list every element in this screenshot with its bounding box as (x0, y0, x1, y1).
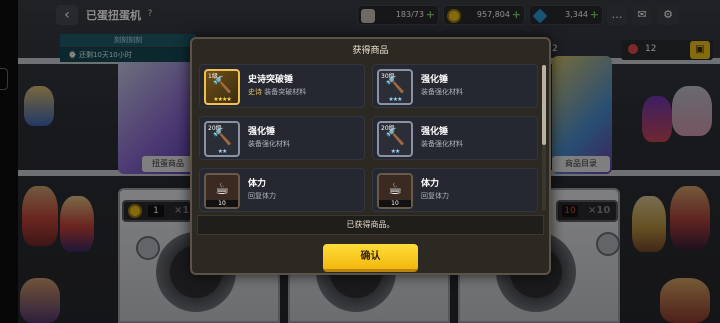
scroll-thumb[interactable] (542, 65, 546, 145)
reward-item-icon-frame: 20级 🔨 ★★ (377, 121, 413, 157)
reward-item[interactable]: 20级 🔨 ★★ 强化锤 装备强化材料 (199, 116, 365, 160)
item-desc: 装备强化材料 (248, 140, 290, 148)
reward-item[interactable]: 20级 🔨 ★★ 强化锤 装备强化材料 (372, 116, 538, 160)
item-quantity: 10 (379, 200, 411, 207)
item-desc: 回复体力 (248, 192, 276, 200)
reward-item-icon-frame: ☕ 10 (204, 173, 240, 209)
hammer-icon: 🔨 (212, 127, 232, 146)
item-stars: ★★ (390, 148, 401, 155)
reward-item-icon-frame: 30级 🔨 ★★★ (377, 69, 413, 105)
notice-bar: 已获得商品。 (197, 215, 544, 235)
item-tier: 史诗 (248, 88, 262, 96)
confirm-button[interactable]: 确认 (323, 244, 418, 272)
item-name: 强化锤 (248, 127, 276, 137)
item-desc: 史诗 装备突破材料 (248, 87, 306, 97)
reward-item-icon-frame: ☕ 10 (377, 173, 413, 209)
reward-item[interactable]: 1级 🔨 ★★★★ 史诗突破锤 史诗 装备突破材料 (199, 64, 365, 108)
reward-item[interactable]: ☕ 10 体力 回复体力 (372, 168, 538, 212)
item-desc: 回复体力 (421, 192, 449, 200)
item-name: 体力 (248, 179, 267, 189)
reward-scrollbar[interactable] (542, 65, 546, 211)
item-stars: ★★ (217, 148, 228, 155)
reward-item[interactable]: 30级 🔨 ★★★ 强化锤 装备强化材料 (372, 64, 538, 108)
reward-grid: 1级 🔨 ★★★★ 史诗突破锤 史诗 装备突破材料 30级 🔨 ★★★ 强化锤 … (199, 64, 538, 212)
item-desc: 装备强化材料 (421, 140, 463, 148)
item-name: 体力 (421, 179, 440, 189)
item-name: 强化锤 (421, 127, 449, 137)
hammer-icon: 🔨 (212, 75, 232, 94)
reward-item-icon-frame: 1级 🔨 ★★★★ (204, 69, 240, 105)
hammer-icon: 🔨 (385, 127, 405, 146)
item-desc-text: 装备突破材料 (264, 88, 307, 96)
item-quantity: 10 (206, 200, 238, 207)
item-desc: 装备强化材料 (421, 88, 463, 96)
reward-item[interactable]: ☕ 10 体力 回复体力 (199, 168, 365, 212)
reward-modal: 获得商品 1级 🔨 ★★★★ 史诗突破锤 史诗 装备突破材料 30级 🔨 ★★★… (190, 37, 551, 275)
coffee-cup-icon: ☕ (387, 179, 403, 198)
item-name: 强化锤 (421, 75, 449, 85)
reward-item-icon-frame: 20级 🔨 ★★ (204, 121, 240, 157)
hammer-icon: 🔨 (385, 75, 405, 94)
item-stars: ★★★ (388, 96, 402, 103)
coffee-cup-icon: ☕ (214, 179, 230, 198)
item-name: 史诗突破锤 (248, 75, 294, 85)
modal-title: 获得商品 (352, 46, 389, 56)
item-stars: ★★★★ (213, 96, 232, 103)
